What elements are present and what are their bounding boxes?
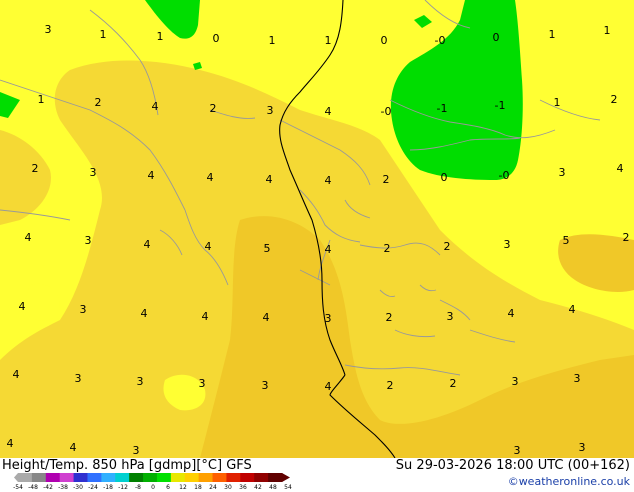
temperature-label: -1: [437, 102, 448, 115]
temperature-label: 4: [325, 243, 332, 256]
temperature-label: 4: [205, 240, 212, 253]
scale-segment: [59, 473, 75, 482]
temperature-label: -0: [435, 34, 446, 47]
scale-segment: [18, 473, 33, 482]
scale-segment: [73, 473, 88, 482]
scale-segment: [129, 473, 144, 482]
temperature-label: 3: [574, 372, 581, 385]
temperature-label: 1: [325, 34, 332, 47]
temperature-label: 4: [141, 307, 148, 320]
weather-map: 3 1 1 0 1 1 0 -0 0 1 1 1 2 4 2 3 4 -0 -1 -1 1 2 2 3 4 4 4 4 2 0 -0 3 4 4 3…: [0, 0, 634, 458]
temperature-label: 2: [95, 96, 102, 109]
map-title: Height/Temp. 850 hPa [gdmp][°C] GFS: [2, 458, 252, 473]
color-scale-labels: -54 -48 -42 -38 -30 -24 -18 -12 -8 0 6 12 18 24 30 36 42…: [13, 484, 298, 492]
temperature-label: 2: [450, 377, 457, 390]
temperature-label: 0: [381, 34, 388, 47]
scale-segment: [212, 473, 227, 482]
temperature-label: 4: [325, 380, 332, 393]
temperature-label: 4: [7, 437, 14, 450]
temperature-label: 3: [514, 444, 521, 457]
temperature-label: 3: [325, 312, 332, 325]
scale-segment: [143, 473, 158, 482]
temperature-label: 3: [447, 310, 454, 323]
temperature-label: 3: [504, 238, 511, 251]
temperature-label: 4: [25, 231, 32, 244]
temperature-label: 5: [563, 234, 570, 247]
temperature-label: 4: [144, 238, 151, 251]
scale-segment: [184, 473, 200, 482]
temperature-label: 3: [75, 372, 82, 385]
scale-segment: [170, 473, 186, 482]
temperature-label: 3: [90, 166, 97, 179]
temperature-label: -0: [381, 105, 392, 118]
temperature-label: 0: [441, 171, 448, 184]
temperature-label: 3: [559, 166, 566, 179]
temperature-label: 4: [70, 441, 77, 454]
temperature-label: 4: [152, 100, 159, 113]
temperature-label: 2: [383, 173, 390, 186]
temperature-label: 1: [549, 28, 556, 41]
temperature-label: 0: [213, 32, 220, 45]
credit-link[interactable]: ©weatheronline.co.uk: [508, 475, 630, 488]
temperature-label: 4: [325, 174, 332, 187]
temperature-label: -0: [499, 169, 510, 182]
temperature-label: 1: [554, 96, 561, 109]
scale-arrow-right: [282, 473, 290, 482]
temperature-label: 4: [508, 307, 515, 320]
temperature-label: 2: [444, 240, 451, 253]
map-footer: Height/Temp. 850 hPa [gdmp][°C] GFS Su 2…: [0, 458, 634, 492]
scale-arrow-left: [14, 473, 18, 482]
color-scale-bar: [14, 473, 290, 482]
temperature-label: 4: [617, 162, 624, 175]
temperature-label: 4: [569, 303, 576, 316]
temperature-label: 4: [207, 171, 214, 184]
temperature-label: 1: [100, 28, 107, 41]
scale-segment: [45, 473, 61, 482]
forecast-datetime: Su 29-03-2026 18:00 UTC (00+162): [395, 458, 630, 473]
temperature-label: 3: [199, 377, 206, 390]
temperature-label: 4: [202, 310, 209, 323]
temperature-label: 2: [210, 102, 217, 115]
temperature-label: 2: [387, 379, 394, 392]
temperature-label: 3: [85, 234, 92, 247]
temperature-label: 2: [32, 162, 39, 175]
scale-segment: [240, 473, 255, 482]
temperature-label: 1: [269, 34, 276, 47]
temperature-label: 4: [19, 300, 26, 313]
scale-segment: [87, 473, 102, 482]
scale-segment: [101, 473, 116, 482]
scale-segment: [226, 473, 241, 482]
temperature-label: 4: [263, 311, 270, 324]
temperature-label: 3: [512, 375, 519, 388]
temperature-label: 4: [13, 368, 20, 381]
temperature-label: 1: [38, 93, 45, 106]
scale-segment: [198, 473, 214, 482]
temperature-label: 3: [80, 303, 87, 316]
temperature-label: 2: [623, 231, 630, 244]
temperature-label: 5: [264, 242, 271, 255]
temperature-label: -1: [495, 99, 506, 112]
temperature-label: 1: [157, 30, 164, 43]
temperature-label: 2: [384, 242, 391, 255]
temperature-label: 0: [493, 31, 500, 44]
scale-segment: [254, 473, 269, 482]
scale-segment: [156, 473, 172, 482]
scale-segment: [115, 473, 130, 482]
temperature-label: 3: [45, 23, 52, 36]
temperature-label: 4: [266, 173, 273, 186]
temperature-label: 3: [262, 379, 269, 392]
scale-segment: [31, 473, 47, 482]
temperature-label: 1: [604, 24, 611, 37]
temperature-label: 4: [148, 169, 155, 182]
temperature-label: 4: [325, 105, 332, 118]
scale-segment: [268, 473, 283, 482]
temperature-label: 2: [611, 93, 618, 106]
temperature-label: 3: [579, 441, 586, 454]
temperature-label: 3: [267, 104, 274, 117]
temperature-label: 3: [137, 375, 144, 388]
temperature-label: 3: [133, 444, 140, 457]
temperature-label: 2: [386, 311, 393, 324]
